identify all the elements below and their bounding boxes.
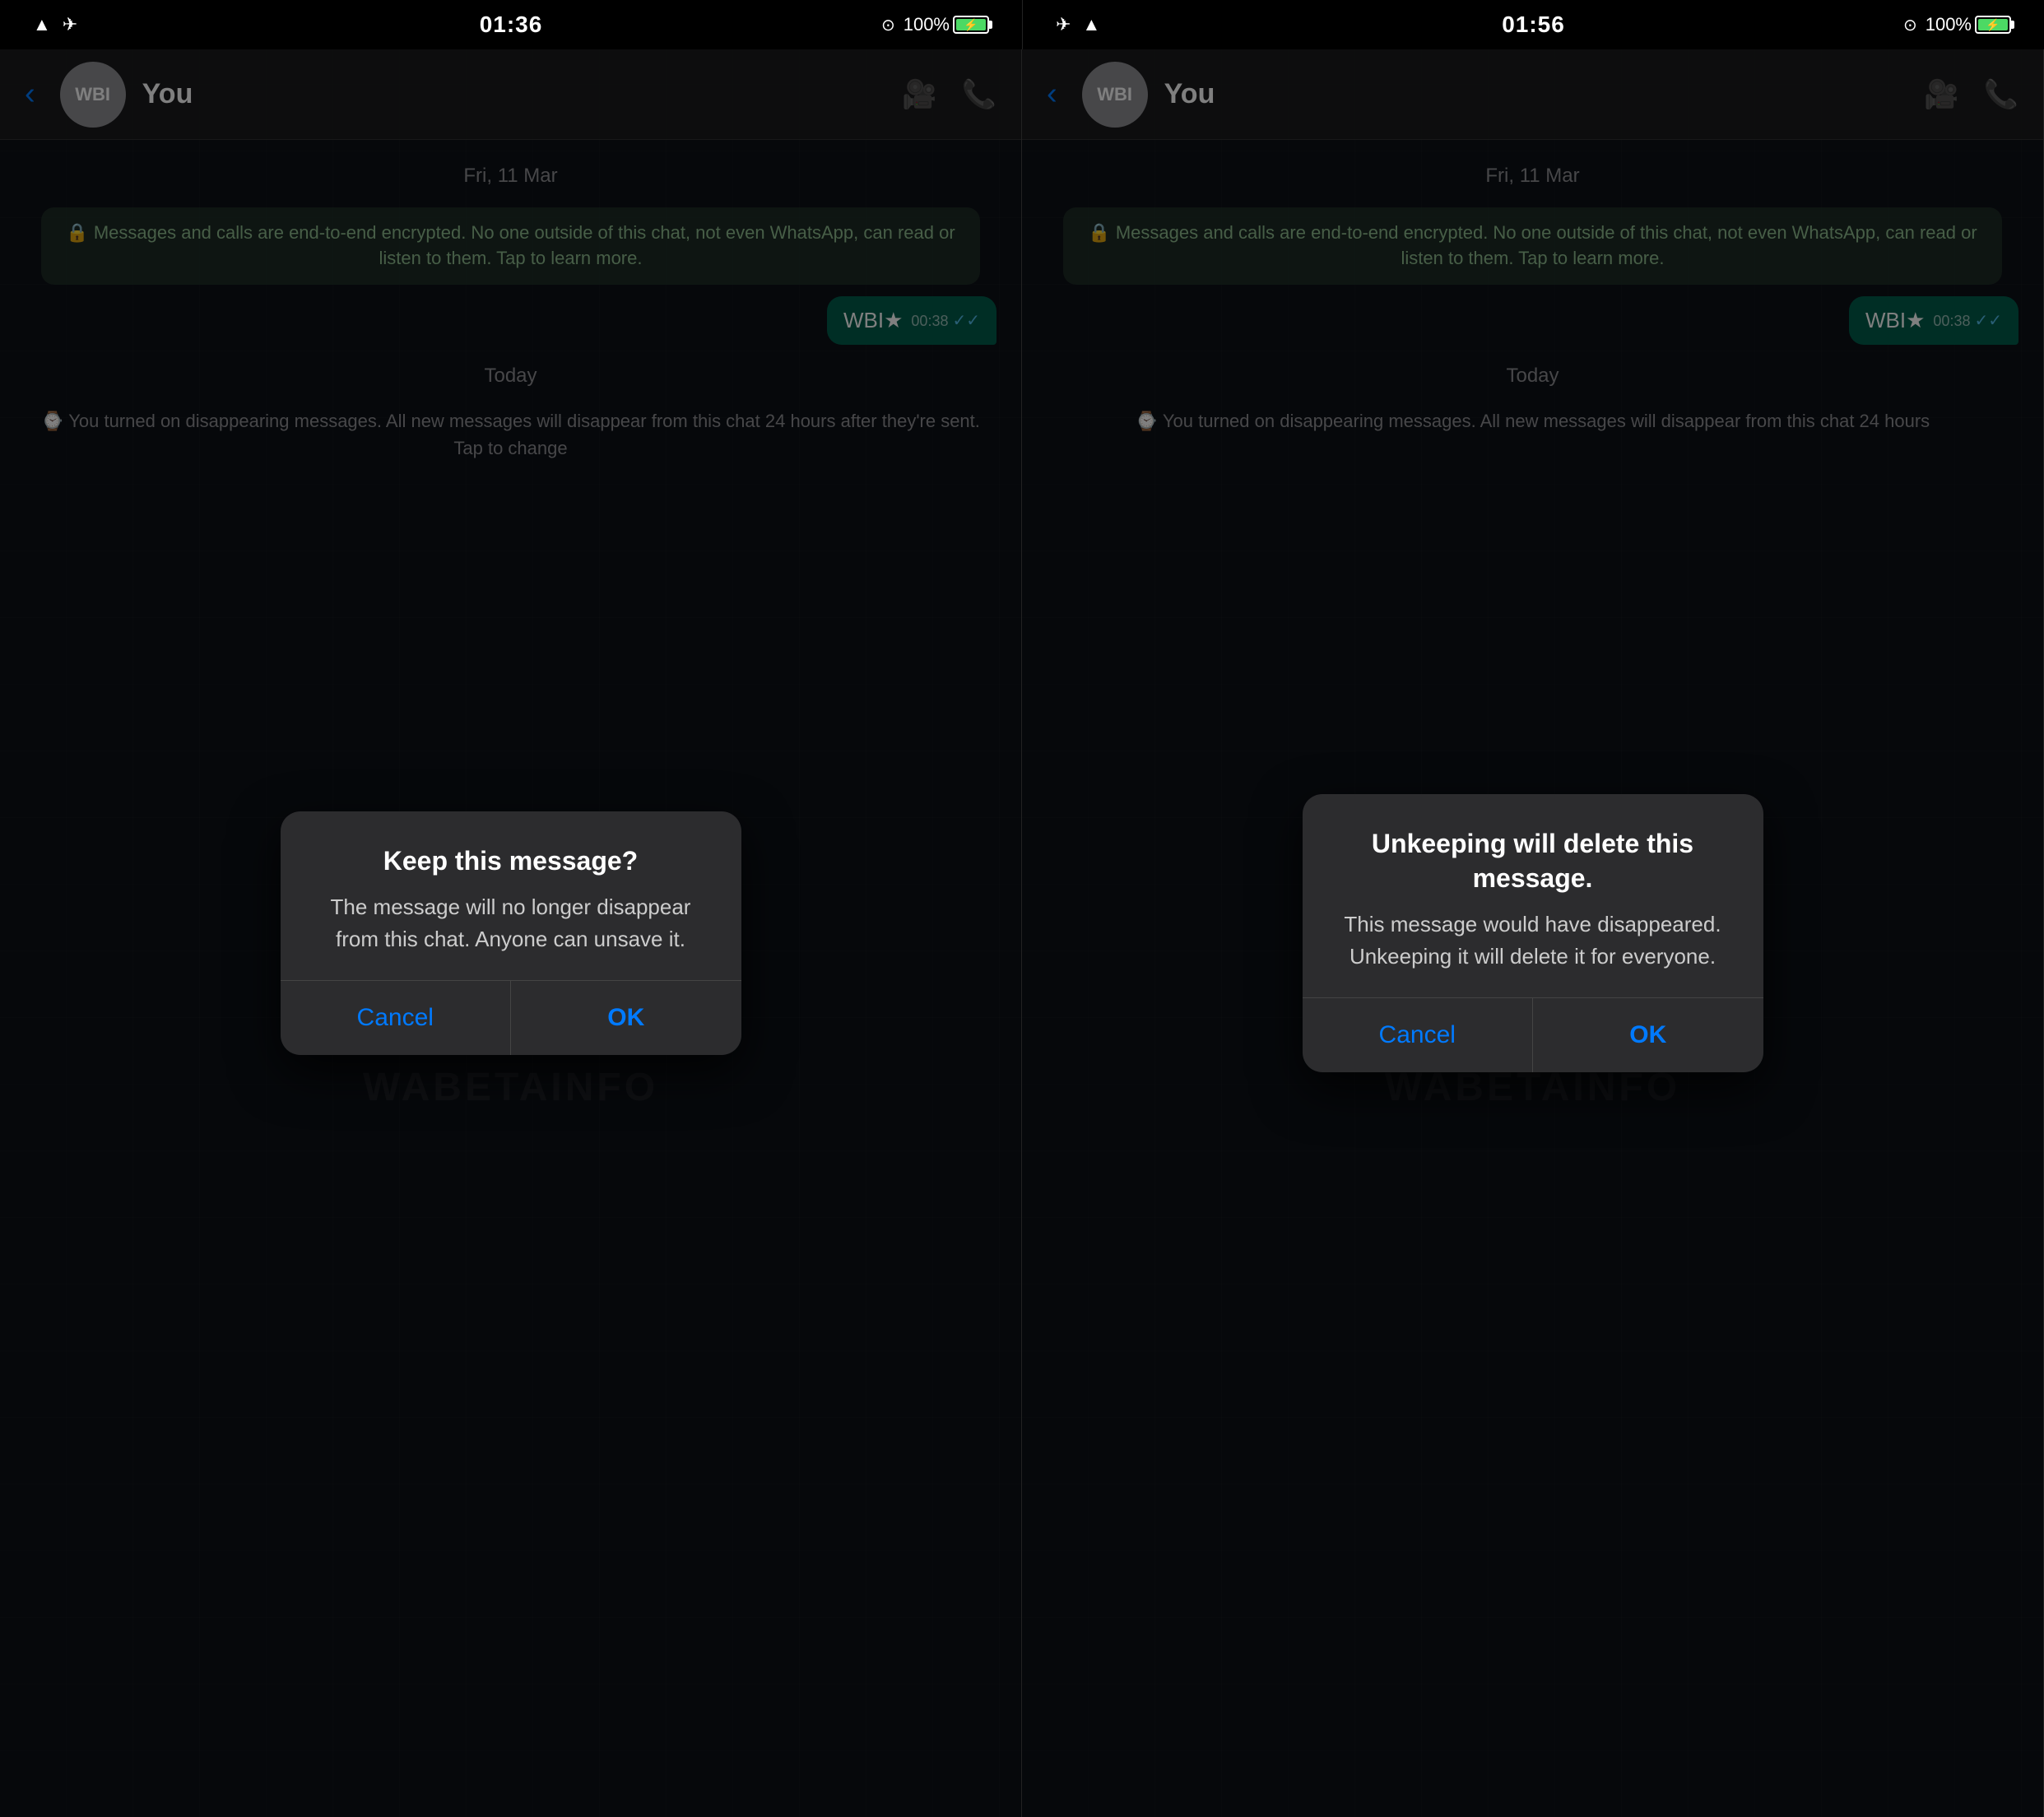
dialog-message-left: The message will no longer disappear fro… (310, 891, 712, 955)
time-right: 01:56 (1502, 12, 1565, 38)
time-left: 01:36 (480, 12, 543, 38)
dialog-title-left: Keep this message? (310, 844, 712, 879)
dialog-body-right: Unkeeping will delete this message. This… (1303, 794, 1763, 997)
dialog-overlay-left: Keep this message? The message will no l… (0, 49, 1021, 1817)
cancel-button-left[interactable]: Cancel (281, 981, 512, 1055)
location-icon-right: ⊙ (1903, 15, 1917, 35)
status-bar-right: ✈ ▲ 01:56 ⊙ 100% ⚡ (1022, 0, 2044, 49)
dialog-overlay-right: Unkeeping will delete this message. This… (1022, 49, 2043, 1817)
battery-left: 100% ⚡ (904, 14, 989, 35)
status-bar-left: ▲ ✈ 01:36 ⊙ 100% ⚡ (0, 0, 1022, 49)
status-icons-right-right: ⊙ 100% ⚡ (1903, 14, 2011, 35)
dialog-actions-left: Cancel OK (281, 980, 741, 1055)
dialog-actions-right: Cancel OK (1303, 997, 1763, 1072)
status-bar: ▲ ✈ 01:36 ⊙ 100% ⚡ ✈ ▲ 01:56 ⊙ 100% ⚡ (0, 0, 2044, 49)
ok-button-left[interactable]: OK (511, 981, 741, 1055)
dialog-body-left: Keep this message? The message will no l… (281, 811, 741, 981)
dialog-message-right: This message would have disappeared. Unk… (1332, 908, 1734, 973)
dialog-box-right: Unkeeping will delete this message. This… (1303, 794, 1763, 1072)
screen-left: ‹ WBI You 🎥 📞 Fri, 11 Mar 🔒 Messages and… (0, 49, 1022, 1817)
dialog-title-right: Unkeeping will delete this message. (1332, 827, 1734, 895)
location-icon-left: ⊙ (881, 15, 895, 35)
ok-button-right[interactable]: OK (1533, 998, 1763, 1072)
wifi-icon-left: ▲ (33, 14, 51, 35)
cancel-button-right[interactable]: Cancel (1303, 998, 1534, 1072)
battery-right: 100% ⚡ (1926, 14, 2011, 35)
screen-right: ‹ WBI You 🎥 📞 Fri, 11 Mar 🔒 Messages and… (1022, 49, 2044, 1817)
dialog-box-left: Keep this message? The message will no l… (281, 811, 741, 1056)
wifi-icon-right: ▲ (1082, 14, 1100, 35)
signal-icon-left: ✈ (63, 14, 77, 35)
airplane-icon-right: ✈ (1056, 14, 1071, 35)
status-icons-right-left: ⊙ 100% ⚡ (881, 14, 989, 35)
